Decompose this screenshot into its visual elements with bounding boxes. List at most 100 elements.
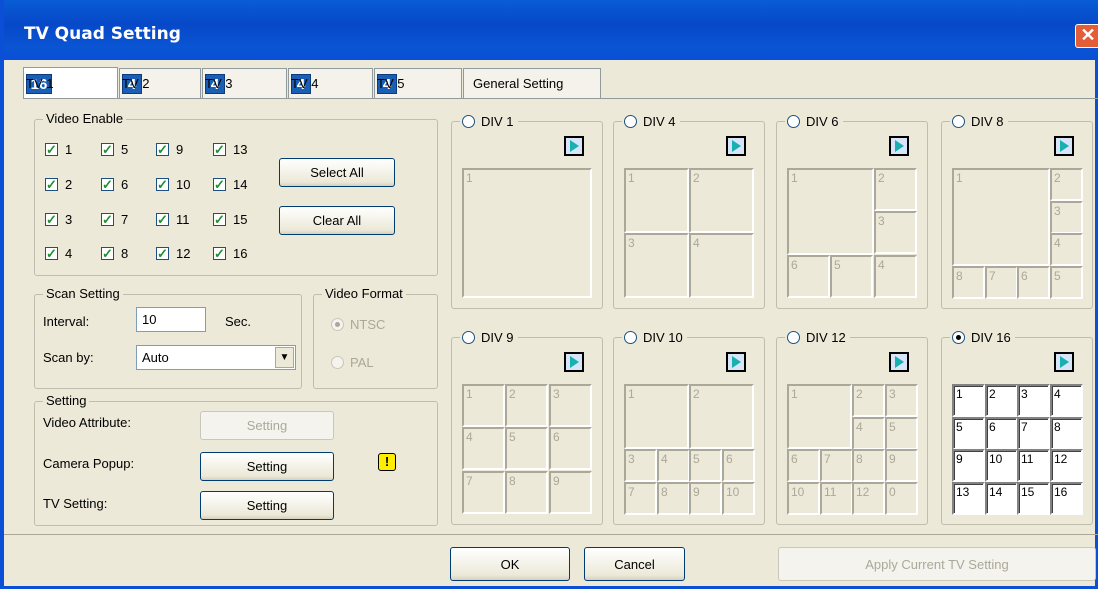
preview-cell: 2 [852, 384, 885, 417]
checkmark-icon: ✓ [101, 212, 114, 227]
preview-cell: 1 [787, 168, 874, 255]
video-attribute-setting-button: Setting [200, 411, 334, 440]
preview-cell: 6 [1017, 266, 1050, 299]
play-icon[interactable] [1054, 352, 1074, 372]
group-title: Scan Setting [43, 286, 123, 302]
cancel-button[interactable]: Cancel [584, 547, 685, 581]
clear-all-button[interactable]: Clear All [279, 206, 395, 235]
preview-cell: 6 [985, 417, 1018, 450]
ok-button[interactable]: OK [450, 547, 570, 581]
preview-cell: 4 [1050, 233, 1083, 266]
preview-cell: 9 [885, 449, 918, 482]
division-label: DIV 1 [481, 114, 514, 129]
preview-cell: 3 [549, 384, 592, 427]
channel-15-checkbox[interactable]: ✓ 15 [213, 212, 247, 227]
play-icon[interactable] [726, 136, 746, 156]
title-bar: TV Quad Setting ✕ [4, 0, 1098, 60]
channel-16-checkbox[interactable]: ✓ 16 [213, 246, 247, 261]
chevron-down-icon[interactable]: ▼ [275, 347, 294, 368]
radio-dot [624, 331, 637, 344]
channel-1-checkbox[interactable]: ✓ 1 [45, 142, 72, 157]
preview-cell: 12 [852, 482, 885, 515]
play-icon[interactable] [564, 352, 584, 372]
preview-cell: 7 [1017, 417, 1050, 450]
checkmark-icon: ✓ [45, 246, 58, 261]
channel-11-checkbox[interactable]: ✓ 11 [156, 212, 190, 227]
radio-label: NTSC [350, 317, 386, 332]
play-icon[interactable] [889, 136, 909, 156]
channel-5-checkbox[interactable]: ✓ 5 [101, 142, 128, 157]
preview-cell: 1 [462, 384, 505, 427]
radio-label: PAL [350, 355, 374, 370]
channel-4-checkbox[interactable]: ✓ 4 [45, 246, 72, 261]
tab-general-setting[interactable]: General Setting [463, 68, 601, 98]
channel-13-checkbox[interactable]: ✓ 13 [213, 142, 247, 157]
division-radio[interactable]: DIV 8 [950, 114, 1008, 129]
checkmark-icon: ✓ [101, 142, 114, 157]
select-all-button[interactable]: Select All [279, 158, 395, 187]
preview-cell: 7 [985, 266, 1018, 299]
tab-tv3[interactable]: 4 TV 3 [202, 68, 287, 98]
checkmark-icon: ✓ [45, 142, 58, 157]
channel-6-checkbox[interactable]: ✓ 6 [101, 177, 128, 192]
division-radio[interactable]: DIV 9 [460, 330, 518, 345]
division-radio[interactable]: DIV 10 [622, 330, 687, 345]
division-radio[interactable]: DIV 6 [785, 114, 843, 129]
channel-9-checkbox[interactable]: ✓ 9 [156, 142, 183, 157]
channel-2-checkbox[interactable]: ✓ 2 [45, 177, 72, 192]
tab-tv4[interactable]: 4 TV 4 [288, 68, 373, 98]
checkbox-label: 7 [121, 212, 129, 227]
channel-14-checkbox[interactable]: ✓ 14 [213, 177, 247, 192]
channel-3-checkbox[interactable]: ✓ 3 [45, 212, 72, 227]
channel-7-checkbox[interactable]: ✓ 7 [101, 212, 128, 227]
preview-cell: 5 [1050, 266, 1083, 299]
close-button[interactable]: ✕ [1075, 24, 1098, 48]
division-radio[interactable]: DIV 16 [950, 330, 1015, 345]
tab-tv5[interactable]: 4 TV 5 [374, 68, 462, 98]
preview-cell: 3 [624, 449, 657, 482]
radio-dot [787, 331, 800, 344]
channel-12-checkbox[interactable]: ✓ 12 [156, 246, 190, 261]
preview-cell: 9 [952, 449, 985, 482]
checkbox-label: 12 [176, 246, 191, 261]
preview-cell: 4 [1050, 384, 1083, 417]
tab-label: TV 2 [122, 76, 150, 91]
preview-cell: 5 [952, 417, 985, 450]
division-label: DIV 9 [481, 330, 514, 345]
preview-cell: 6 [787, 255, 830, 298]
division-radio[interactable]: DIV 1 [460, 114, 518, 129]
channel-10-checkbox[interactable]: ✓ 10 [156, 177, 190, 192]
division-label: DIV 6 [806, 114, 839, 129]
play-icon[interactable] [564, 136, 584, 156]
play-icon[interactable] [889, 352, 909, 372]
division-preview: 1 2 3 4 5 6 7 8 9 10 [624, 384, 755, 515]
division-panel-5: DIV 9 123 456 789 [451, 330, 603, 525]
play-icon[interactable] [1054, 136, 1074, 156]
preview-cell: 8 [952, 266, 985, 299]
division-label: DIV 10 [643, 330, 683, 345]
interval-input[interactable]: 10 [136, 307, 206, 332]
radio-dot [952, 331, 965, 344]
tab-tv2[interactable]: 4 TV 2 [119, 68, 201, 98]
camera-popup-setting-button[interactable]: Setting [200, 452, 334, 481]
tab-tv1[interactable]: 16 TV 1 [23, 67, 118, 99]
preview-cell: 2 [1050, 168, 1083, 201]
preview-cell: 3 [624, 233, 689, 298]
channel-8-checkbox[interactable]: ✓ 8 [101, 246, 128, 261]
pal-radio: PAL [331, 355, 374, 370]
scan-by-select[interactable]: Auto ▼ [136, 345, 296, 370]
radio-dot [952, 115, 965, 128]
radio-dot [624, 115, 637, 128]
play-icon[interactable] [726, 352, 746, 372]
preview-cell: 11 [820, 482, 853, 515]
division-radio[interactable]: DIV 12 [785, 330, 850, 345]
division-radio[interactable]: DIV 4 [622, 114, 680, 129]
division-label: DIV 4 [643, 114, 676, 129]
division-panel-7: DIV 12 1 2 3 4 5 6 7 8 9 10 11 12 0 [776, 330, 928, 525]
tv-setting-button[interactable]: Setting [200, 491, 334, 520]
preview-cell: 1 [787, 384, 852, 449]
video-format-group: Video Format NTSC PAL [313, 286, 438, 389]
preview-cell: 1 [952, 384, 985, 417]
preview-cell: 4 [462, 427, 505, 470]
checkbox-label: 10 [176, 177, 191, 192]
